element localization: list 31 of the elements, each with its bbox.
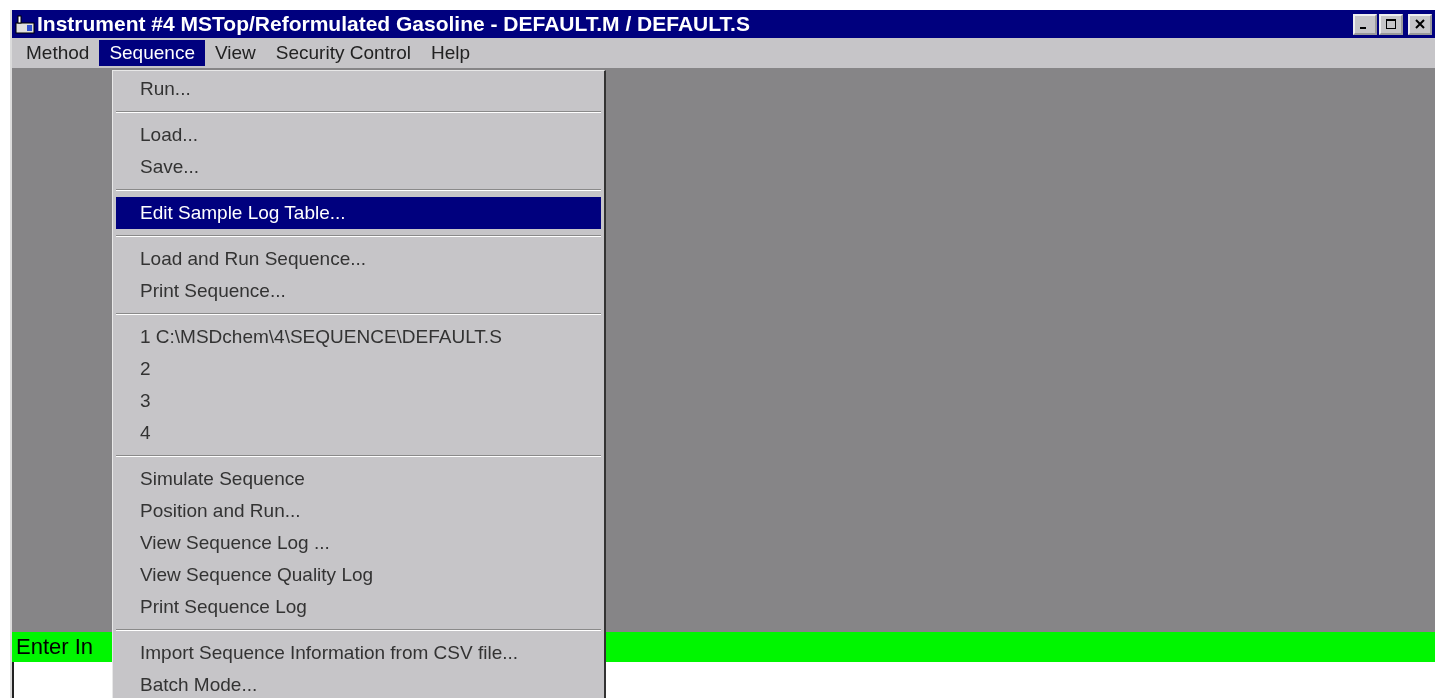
prompt-text: Enter In [16,634,94,660]
app-icon [15,14,35,34]
menu-item[interactable]: Print Sequence... [116,275,601,307]
menu-item[interactable]: Load... [116,119,601,151]
menu-bar-item[interactable]: Sequence [99,40,205,66]
menu-bar-item[interactable]: Help [420,40,481,66]
menu-item[interactable]: View Sequence Log ... [116,527,601,559]
menu-item[interactable]: 3 [116,385,601,417]
menu-item[interactable]: Import Sequence Information from CSV file... [116,637,601,669]
close-button[interactable] [1408,13,1432,35]
menu-item[interactable]: Simulate Sequence [116,463,601,495]
menu-item[interactable]: Batch Mode... [116,669,601,698]
minimize-button[interactable] [1353,13,1377,35]
menu-item[interactable]: Save... [116,151,601,183]
menu-item[interactable]: Edit Sample Log Table... [116,197,601,229]
window-title: Instrument #4 MSTop/Reformulated Gasoline - DEFAULT.M / DEFAULT.S [37,12,751,36]
menu-item[interactable]: 1 C:\MSDchem\4\SEQUENCE\DEFAULT.S [116,321,601,353]
menu-item[interactable]: View Sequence Quality Log [116,559,601,591]
close-icon [1414,18,1426,30]
menu-bar-item[interactable]: Security Control [265,40,421,66]
minimize-icon [1360,27,1366,29]
maximize-button[interactable] [1379,13,1403,35]
maximize-icon [1385,18,1397,30]
menu-item[interactable]: 2 [116,353,601,385]
menu-item[interactable]: Position and Run... [116,495,601,527]
menu-bar-item[interactable]: View [204,40,266,66]
menu-bar-item[interactable]: Method [16,40,100,66]
menu-item[interactable]: 4 [116,417,601,449]
menu-item[interactable]: Load and Run Sequence... [116,243,601,275]
menu-item[interactable]: Run... [116,73,601,105]
menu-item[interactable]: Print Sequence Log [116,591,601,623]
